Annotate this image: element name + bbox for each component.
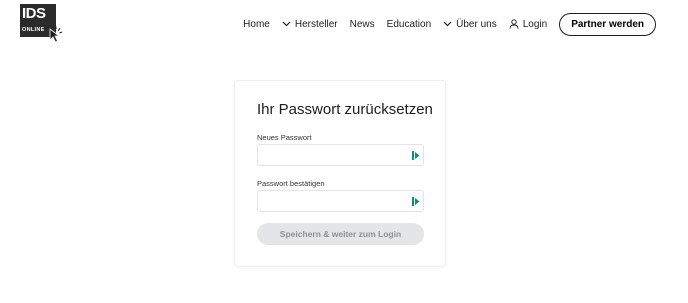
nav-item-label: Education xyxy=(386,18,432,30)
password-manager-icon[interactable] xyxy=(412,151,420,160)
logo[interactable]: IDS ONLINE xyxy=(20,4,63,44)
cursor-icon xyxy=(49,26,63,43)
nav-item-hersteller[interactable]: Hersteller xyxy=(282,19,338,30)
logo-brand: IDS xyxy=(22,5,46,22)
confirm-password-input[interactable] xyxy=(258,191,398,211)
login-label: Login xyxy=(522,18,548,30)
logo-subtitle: ONLINE xyxy=(22,27,45,33)
new-password-field[interactable] xyxy=(257,144,424,166)
password-manager-icon[interactable] xyxy=(412,197,420,206)
page-title: Ihr Passwort zurücksetzen xyxy=(257,101,433,118)
login-link[interactable]: Login xyxy=(509,19,547,30)
confirm-password-label: Passwort bestätigen xyxy=(257,179,325,188)
nav-item-label: News xyxy=(349,18,375,30)
nav-item-label: Hersteller xyxy=(294,18,338,30)
new-password-label: Neues Passwort xyxy=(257,133,312,142)
nav-item-label: Home xyxy=(243,18,270,30)
user-icon xyxy=(509,19,519,29)
nav-item-education[interactable]: Education xyxy=(387,19,431,30)
nav-item-ueber-uns[interactable]: Über uns xyxy=(443,19,497,30)
nav-item-home[interactable]: Home xyxy=(243,19,270,30)
partner-werden-button[interactable]: Partner werden xyxy=(559,12,656,36)
save-and-login-button[interactable]: Speichern & weiter zum Login xyxy=(257,223,424,245)
new-password-input[interactable] xyxy=(258,145,398,165)
confirm-password-field[interactable] xyxy=(257,190,424,212)
main-nav: Home Hersteller News Education Über uns … xyxy=(231,12,656,36)
chevron-down-icon xyxy=(443,21,452,27)
chevron-down-icon xyxy=(282,21,291,27)
nav-item-label: Über uns xyxy=(456,18,497,30)
nav-item-news[interactable]: News xyxy=(350,19,375,30)
reset-password-card: Ihr Passwort zurücksetzen Neues Passwort… xyxy=(234,80,446,267)
